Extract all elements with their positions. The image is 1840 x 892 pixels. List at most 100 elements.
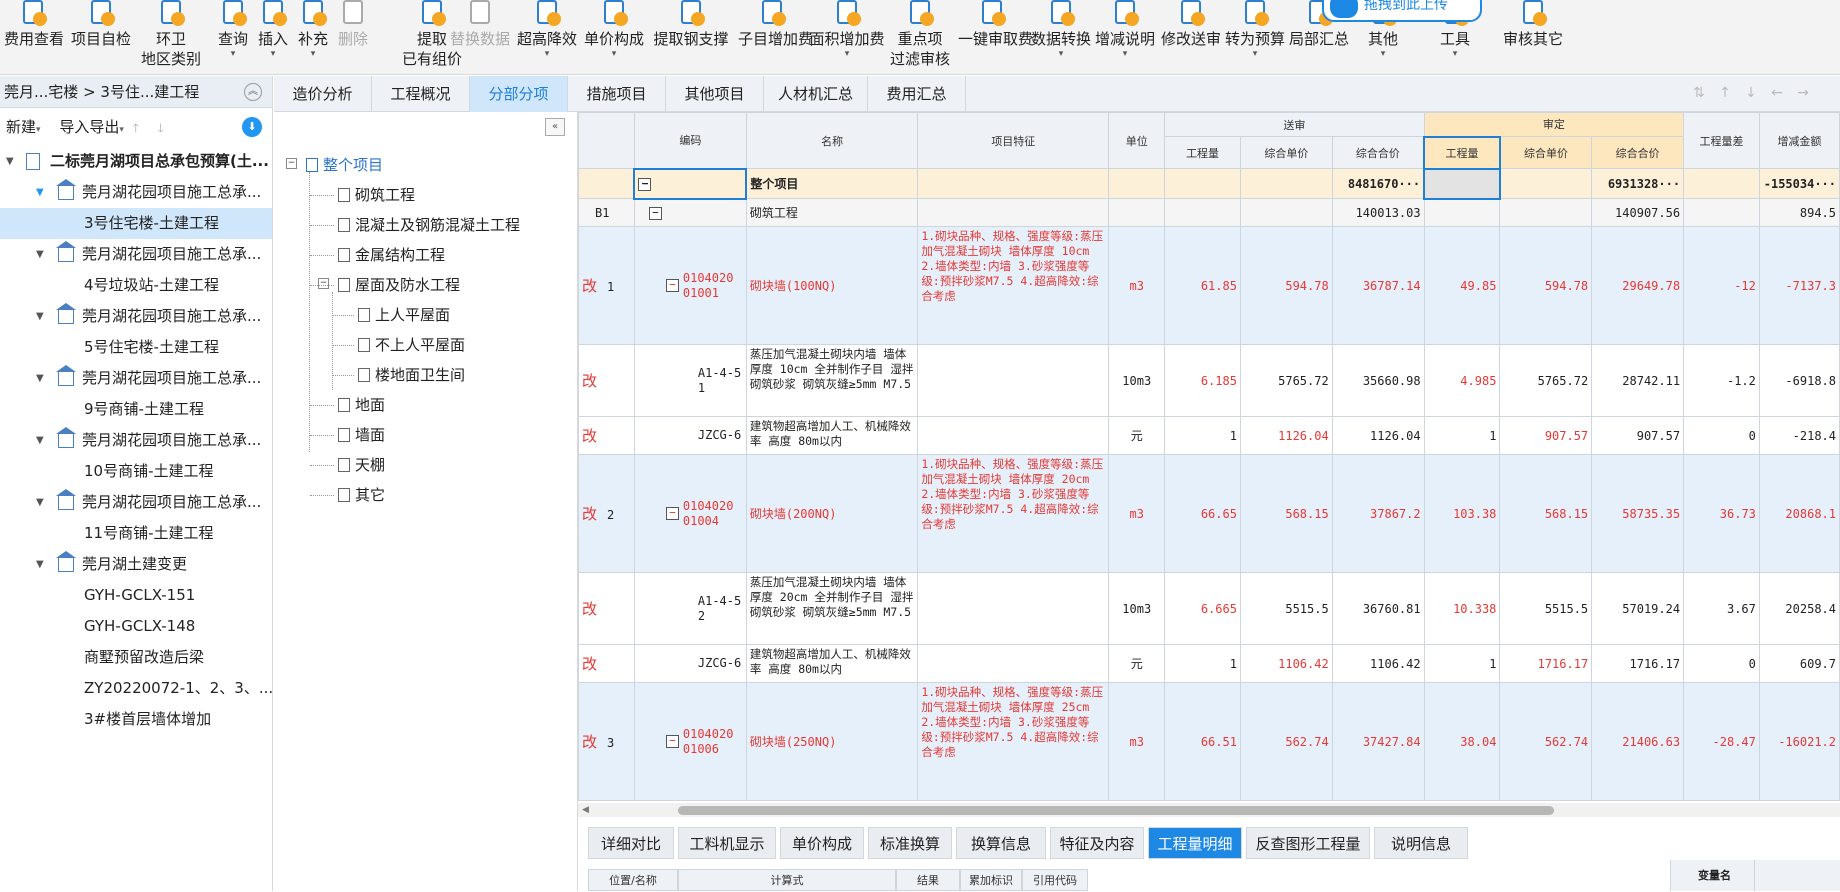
row-d-uprice[interactable]: 568.15 xyxy=(1499,454,1593,573)
tree-item[interactable]: ▼ 莞月湖花园项目施工总承... xyxy=(0,239,272,270)
row-unit[interactable]: 元 xyxy=(1108,644,1166,683)
row-unit[interactable]: m3 xyxy=(1108,226,1166,345)
detail-tab-5[interactable]: 换算信息 xyxy=(956,827,1046,859)
row-s-total[interactable]: 35660.98 xyxy=(1331,344,1425,417)
tree-item[interactable]: 楼地面卫生间 xyxy=(358,360,465,390)
table-row[interactable]: 改 A1-4-5 1 蒸压加气混凝土砌块内墙 墙体厚度 10cm 全并制作子目 湿拌… xyxy=(578,344,1840,417)
tree-item[interactable]: 金属结构工程 xyxy=(338,240,445,270)
row-feature[interactable] xyxy=(917,344,1110,417)
row-d-qty[interactable] xyxy=(1423,198,1501,227)
row-code[interactable]: −0104020 01001 xyxy=(633,226,747,345)
row-d-total[interactable]: 21406.63 xyxy=(1591,682,1685,801)
toolbar-button-10[interactable]: 超高降效 ▾ xyxy=(515,0,579,74)
expand-triangle-icon[interactable]: ▼ xyxy=(36,177,44,208)
row-d-total[interactable]: 28742.11 xyxy=(1591,344,1685,417)
row-s-qty[interactable]: 66.65 xyxy=(1164,454,1241,573)
header-qtydiff[interactable]: 工程量差 xyxy=(1683,112,1760,169)
new-button[interactable]: 新建▾ xyxy=(6,118,41,136)
row-s-uprice[interactable]: 5515.5 xyxy=(1239,572,1333,645)
row-d-uprice[interactable]: 1716.17 xyxy=(1499,644,1593,683)
tree-item[interactable]: 混凝土及钢筋混凝土工程 xyxy=(338,210,520,240)
tree-item[interactable]: 4号垃圾站-土建工程 xyxy=(0,270,272,301)
upload-drop-popup[interactable]: 拖拽到此上传 xyxy=(1322,0,1482,22)
toolbar-button-6[interactable]: 补充 ▾ xyxy=(294,0,332,74)
arrow-right-icon[interactable]: → xyxy=(1794,84,1812,102)
collapse-box[interactable]: − xyxy=(633,167,748,200)
row-d-qty[interactable]: 4.985 xyxy=(1423,344,1501,417)
row-qdiff[interactable]: 0 xyxy=(1683,644,1760,683)
collapse-panel-icon[interactable]: « xyxy=(545,118,565,136)
row-unit[interactable] xyxy=(1108,168,1166,199)
row-name[interactable]: 砌块墙(250NQ) xyxy=(745,682,919,801)
header-feature[interactable]: 项目特征 xyxy=(917,112,1110,169)
row-unit[interactable]: 元 xyxy=(1108,416,1166,455)
table-row-whole[interactable]: − 整个项目 8481670··· 6931328··· -155034··· xyxy=(578,167,1840,200)
row-feature[interactable] xyxy=(917,416,1110,455)
row-incdec[interactable]: -6918.8 xyxy=(1758,344,1840,417)
tree-root[interactable]: − 整个项目 xyxy=(286,150,383,180)
row-s-qty[interactable]: 1 xyxy=(1164,416,1241,455)
toolbar-button-24[interactable]: 审核其它 xyxy=(1494,0,1572,74)
expand-triangle-icon[interactable]: ▼ xyxy=(36,301,44,332)
toolbar-button-2[interactable]: 项目自检 xyxy=(66,0,136,74)
row-code[interactable]: −0104020 01006 xyxy=(633,682,747,801)
row-s-total[interactable]: 8481670··· xyxy=(1331,168,1425,199)
tree-item[interactable]: ▼ 莞月湖土建变更 xyxy=(0,549,272,580)
tab-1[interactable]: 造价分析 xyxy=(274,76,372,112)
header-d-uprice[interactable]: 综合单价 xyxy=(1499,136,1593,169)
expand-triangle-icon[interactable]: ▼ xyxy=(36,363,44,394)
table-row-b1[interactable]: B1 − 砌筑工程 140013.03 140907.56 894.5 xyxy=(578,198,1840,227)
toolbar-button-16[interactable]: 一键审取费 xyxy=(958,0,1033,74)
row-s-qty[interactable]: 66.51 xyxy=(1164,682,1241,801)
detail-tab-4[interactable]: 标准换算 xyxy=(868,827,952,859)
header-s-uprice[interactable]: 综合单价 xyxy=(1239,136,1333,169)
row-s-total[interactable]: 1106.42 xyxy=(1331,644,1425,683)
horizontal-scrollbar[interactable]: ◀ xyxy=(578,803,1840,817)
row-name[interactable]: 砌块墙(200NQ) xyxy=(745,454,919,573)
tree-item[interactable]: GYH-GCLX-148 xyxy=(0,611,272,642)
row-unit[interactable] xyxy=(1108,198,1166,227)
row-s-total[interactable]: 37867.2 xyxy=(1331,454,1425,573)
download-icon[interactable]: ⬇ xyxy=(242,117,262,137)
row-d-uprice[interactable] xyxy=(1499,168,1593,199)
row-d-qty[interactable]: 49.85 xyxy=(1423,226,1501,345)
row-code[interactable]: A1-4-5 1 xyxy=(633,344,747,417)
toolbar-button-5[interactable]: 插入 ▾ xyxy=(254,0,292,74)
row-incdec[interactable]: 20258.4 xyxy=(1758,572,1840,645)
tree-item[interactable]: ▼ 莞月湖花园项目施工总承... xyxy=(0,487,272,518)
tree-item[interactable]: 3#楼首层墙体增加 xyxy=(0,704,272,735)
row-incdec[interactable]: 20868.1 xyxy=(1758,454,1840,573)
toolbar-button-9[interactable]: 替换数据 xyxy=(450,0,510,74)
row-name[interactable]: 砌筑工程 xyxy=(745,198,919,227)
row-unit[interactable]: m3 xyxy=(1108,454,1166,573)
row-feature[interactable]: 1.砌块品种、规格、强度等级:蒸压加气混凝土砌块 墙体厚度 20cm 2.墙体类… xyxy=(917,454,1110,573)
row-qdiff[interactable]: 36.73 xyxy=(1683,454,1760,573)
table-row[interactable]: 改 3−0104020 01006 砌块墙(250NQ) 1.砌块品种、规格、强度等级… xyxy=(578,682,1840,801)
tab-3[interactable]: 分部分项 xyxy=(470,76,568,112)
collapse-box-icon[interactable]: − xyxy=(318,278,329,289)
detail-tab-7[interactable]: 工程量明细 xyxy=(1148,827,1242,859)
row-name[interactable]: 建筑物超高增加人工、机械降效率 高度 80m以内 xyxy=(745,416,919,455)
row-d-total[interactable]: 1716.17 xyxy=(1591,644,1685,683)
tree-item[interactable]: − 屋面及防水工程 xyxy=(318,270,460,300)
row-feature[interactable] xyxy=(917,198,1110,227)
tree-item[interactable]: 其它 xyxy=(338,480,385,510)
table-row[interactable]: 改 JZCG-6 建筑物超高增加人工、机械降效率 高度 80m以内元 1 1126.04… xyxy=(578,416,1840,455)
row-s-qty[interactable] xyxy=(1164,198,1241,227)
tree-item[interactable]: ▼ 莞月湖花园项目施工总承... xyxy=(0,425,272,456)
tree-item[interactable]: 9号商铺-土建工程 xyxy=(0,394,272,425)
row-name[interactable]: 蒸压加气混凝土砌块内墙 墙体厚度 20cm 全并制作子目 湿拌砌筑砂浆 砌筑灰缝… xyxy=(745,572,919,645)
row-s-qty[interactable]: 61.85 xyxy=(1164,226,1241,345)
row-qdiff[interactable]: 3.67 xyxy=(1683,572,1760,645)
collapse-box[interactable]: − xyxy=(633,198,747,227)
row-incdec[interactable]: -16021.2 xyxy=(1758,682,1840,801)
header-d-qty[interactable]: 工程量 xyxy=(1423,135,1501,170)
tree-item[interactable]: 3号住宅楼-土建工程 xyxy=(0,208,272,239)
detail-header-4[interactable]: 累加标识 xyxy=(960,869,1022,891)
detail-header-5[interactable]: 引用代码 xyxy=(1022,869,1088,891)
row-qdiff[interactable]: 0 xyxy=(1683,416,1760,455)
tree-item[interactable]: 商墅预留改造后梁 xyxy=(0,642,272,673)
header-incdec[interactable]: 增减金额 xyxy=(1758,112,1840,169)
row-name[interactable]: 整个项目 xyxy=(745,168,919,199)
header-name[interactable]: 名称 xyxy=(745,112,919,169)
